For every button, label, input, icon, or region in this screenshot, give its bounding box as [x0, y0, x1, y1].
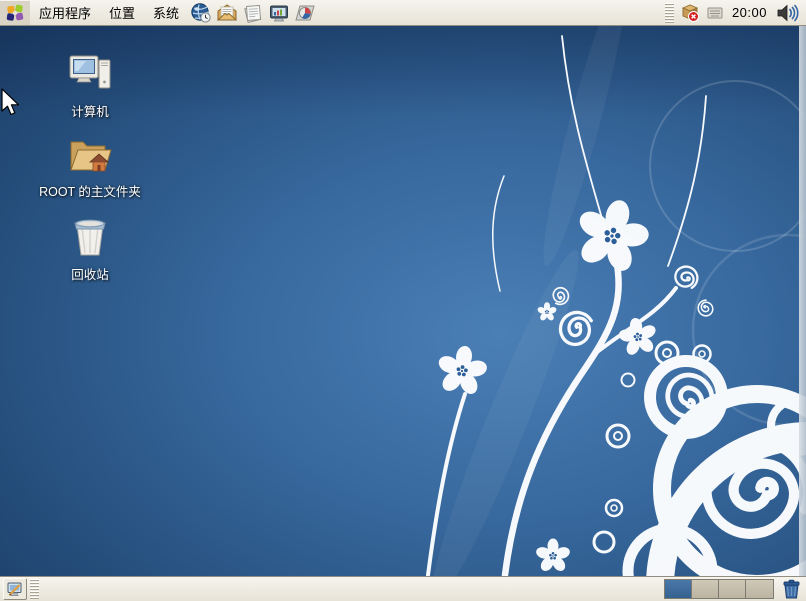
desktop-screen: 应用程序 位置 系统: [0, 0, 806, 601]
presentation-icon: [268, 2, 290, 24]
top-panel: 应用程序 位置 系统: [0, 0, 806, 26]
right-scrollbar-strip[interactable]: [799, 26, 806, 576]
desktop-icon-computer-label: 计算机: [71, 101, 109, 120]
workspace-1[interactable]: [665, 580, 692, 598]
launcher-spreadsheet[interactable]: [292, 1, 318, 25]
desktop-area[interactable]: 计算机 ROOT 的主文件夹 回收站: [0, 26, 806, 576]
menu-applications[interactable]: 应用程序: [30, 1, 100, 25]
keyboard-tray-icon: [707, 6, 723, 20]
show-desktop-button[interactable]: [3, 578, 27, 600]
workspace-4[interactable]: [746, 580, 773, 598]
launcher-presentation[interactable]: [266, 1, 292, 25]
menu-applications-label: 应用程序: [39, 3, 91, 22]
desktop-icon-home-folder-label: ROOT 的主文件夹: [39, 181, 141, 200]
workspace-3[interactable]: [719, 580, 746, 598]
main-menu-button[interactable]: [0, 1, 30, 25]
speaker-volume-icon: [776, 3, 800, 23]
computer-icon: [66, 52, 114, 98]
update-notifier[interactable]: [677, 1, 704, 25]
trash-icon: [67, 215, 113, 261]
desktop-icon-trash[interactable]: 回收站: [29, 215, 151, 283]
word-processor-icon: [242, 2, 264, 24]
volume-applet[interactable]: [773, 1, 806, 25]
email-client-icon: [216, 2, 238, 24]
spreadsheet-icon: [294, 2, 316, 24]
web-browser-icon: [190, 2, 212, 24]
desktop-icon-home-folder[interactable]: ROOT 的主文件夹: [29, 132, 151, 200]
input-method-indicator[interactable]: [704, 1, 726, 25]
workspace-switcher: [664, 579, 774, 599]
bottom-panel: [0, 576, 806, 601]
package-update-alert-icon: [680, 2, 701, 23]
notification-area-drag-handle[interactable]: [665, 3, 674, 23]
desktop-icon-computer[interactable]: 计算机: [29, 52, 151, 120]
menu-places-label: 位置: [109, 3, 135, 22]
desktop-icon-trash-label: 回收站: [71, 264, 109, 283]
workspace-2[interactable]: [692, 580, 719, 598]
launcher-word-processor[interactable]: [240, 1, 266, 25]
show-desktop-icon: [6, 580, 24, 598]
menu-system[interactable]: 系统: [144, 1, 188, 25]
centos-logo-icon: [5, 3, 25, 23]
window-list-drag-handle[interactable]: [30, 579, 39, 599]
launcher-email-client[interactable]: [214, 1, 240, 25]
home-folder-icon: [65, 132, 115, 178]
menu-system-label: 系统: [153, 3, 179, 22]
menu-places[interactable]: 位置: [100, 1, 144, 25]
clock-applet[interactable]: 20:00: [726, 1, 773, 25]
trash-applet-icon: [781, 578, 802, 600]
launcher-web-browser[interactable]: [188, 1, 214, 25]
trash-applet[interactable]: [779, 577, 803, 601]
